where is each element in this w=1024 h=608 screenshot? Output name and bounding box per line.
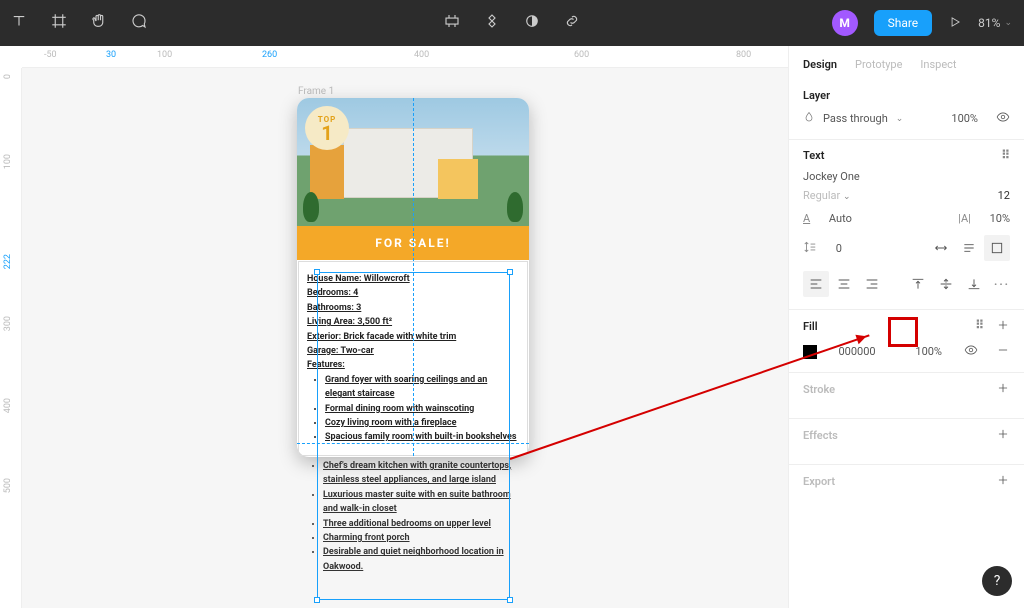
selection-box[interactable] (317, 272, 510, 600)
fixed-size-icon[interactable] (984, 235, 1010, 261)
export-section: Export (789, 465, 1024, 510)
canvas[interactable]: Frame 1 TOP 1 FOR SALE! House Name: Will… (22, 68, 788, 608)
mask-icon[interactable] (523, 12, 541, 34)
selection-handle-nw[interactable] (314, 269, 320, 275)
add-export-icon[interactable] (996, 473, 1010, 490)
font-family[interactable]: Jockey One (803, 170, 860, 183)
export-title: Export (803, 475, 835, 488)
ruler-tick: 500 (3, 478, 13, 493)
tab-inspect[interactable]: Inspect (920, 58, 956, 71)
hand-tool-icon[interactable] (90, 12, 108, 34)
stroke-section: Stroke (789, 373, 1024, 419)
line-height-icon: A (803, 212, 810, 225)
comment-tool-icon[interactable] (130, 12, 148, 34)
layer-opacity[interactable]: 100% (951, 112, 978, 125)
ruler-tick: 400 (3, 398, 13, 413)
remove-fill-icon[interactable] (996, 343, 1010, 360)
tool-group-center (443, 12, 581, 34)
top-badge: TOP 1 (305, 106, 349, 150)
stroke-title: Stroke (803, 383, 835, 396)
add-effect-icon[interactable] (996, 427, 1010, 444)
help-button[interactable]: ? (982, 566, 1012, 596)
ruler-tick: 400 (414, 50, 429, 60)
panel-tabs: Design Prototype Inspect (789, 46, 1024, 81)
auto-width-icon[interactable] (928, 235, 954, 261)
blend-drop-icon[interactable] (803, 111, 815, 126)
fill-title: Fill (803, 320, 818, 333)
frame-label[interactable]: Frame 1 (298, 86, 334, 97)
components-icon[interactable] (443, 12, 461, 34)
text-align-center-icon[interactable] (831, 271, 857, 297)
font-size[interactable]: 12 (998, 189, 1010, 202)
visibility-toggle-icon[interactable] (996, 110, 1010, 127)
ruler-vertical[interactable]: 0 100 222 300 400 500 (0, 68, 22, 608)
tool-group-left (0, 12, 148, 34)
present-icon[interactable] (948, 14, 962, 33)
paragraph-spacing-icon (803, 240, 817, 257)
ruler-tick: 30 (106, 50, 116, 60)
annotation-highlight (888, 317, 918, 347)
ruler-tick: 260 (262, 50, 277, 60)
text-tool-icon[interactable] (10, 12, 28, 34)
ruler-tick: -50 (44, 50, 57, 60)
line-height[interactable]: Auto (829, 212, 852, 225)
tool-group-right: M Share 81%⌄ (832, 10, 1024, 36)
paragraph-spacing[interactable]: 0 (836, 242, 842, 255)
ruler-tick: 0 (3, 74, 13, 79)
text-align-left-icon[interactable] (803, 271, 829, 297)
top-toolbar: M Share 81%⌄ (0, 0, 1024, 46)
letter-spacing-icon: |A| (958, 212, 971, 225)
ruler-tick: 222 (3, 254, 13, 269)
zoom-control[interactable]: 81%⌄ (978, 16, 1012, 30)
zoom-value: 81% (978, 16, 1000, 30)
layer-title: Layer (803, 89, 1010, 102)
text-styles-icon[interactable] (1001, 148, 1010, 162)
user-avatar[interactable]: M (832, 10, 858, 36)
text-align-row: ··· (803, 271, 1010, 297)
text-more-icon[interactable]: ··· (994, 278, 1010, 291)
share-button[interactable]: Share (874, 10, 933, 36)
effects-title: Effects (803, 429, 838, 442)
tab-prototype[interactable]: Prototype (855, 58, 902, 71)
ruler-tick: 600 (574, 50, 589, 60)
text-title: Text (803, 149, 824, 162)
link-icon[interactable] (563, 12, 581, 34)
auto-height-icon[interactable] (956, 235, 982, 261)
ruler-tick: 100 (3, 154, 13, 169)
add-fill-icon[interactable] (996, 318, 1010, 335)
selection-handle-ne[interactable] (507, 269, 513, 275)
layer-section: Layer Pass through ⌄ 100% (789, 81, 1024, 140)
tab-design[interactable]: Design (803, 58, 837, 71)
effects-section: Effects (789, 419, 1024, 465)
text-valign-top-icon[interactable] (905, 271, 931, 297)
ruler-tick: 800 (736, 50, 751, 60)
text-valign-bottom-icon[interactable] (961, 271, 987, 297)
fill-hex[interactable]: 000000 (838, 345, 875, 358)
add-stroke-icon[interactable] (996, 381, 1010, 398)
text-section: Text Jockey One Regular ⌄ 12 A Auto |A| … (789, 140, 1024, 310)
frame-tool-icon[interactable] (50, 12, 68, 34)
fill-styles-icon[interactable] (975, 318, 984, 335)
ruler-tick: 100 (157, 50, 172, 60)
blend-mode[interactable]: Pass through (823, 112, 888, 125)
text-align-right-icon[interactable] (859, 271, 885, 297)
selection-handle-se[interactable] (507, 597, 513, 603)
selection-handle-sw[interactable] (314, 597, 320, 603)
badge-number: 1 (321, 124, 332, 142)
fill-opacity[interactable]: 100% (915, 345, 942, 358)
letter-spacing[interactable]: 10% (990, 212, 1010, 225)
text-valign-middle-icon[interactable] (933, 271, 959, 297)
boolean-icon[interactable] (483, 12, 501, 34)
chevron-down-icon: ⌄ (896, 114, 904, 124)
fill-visibility-icon[interactable] (964, 343, 978, 360)
font-weight[interactable]: Regular ⌄ (803, 189, 851, 202)
ruler-tick: 300 (3, 316, 13, 331)
